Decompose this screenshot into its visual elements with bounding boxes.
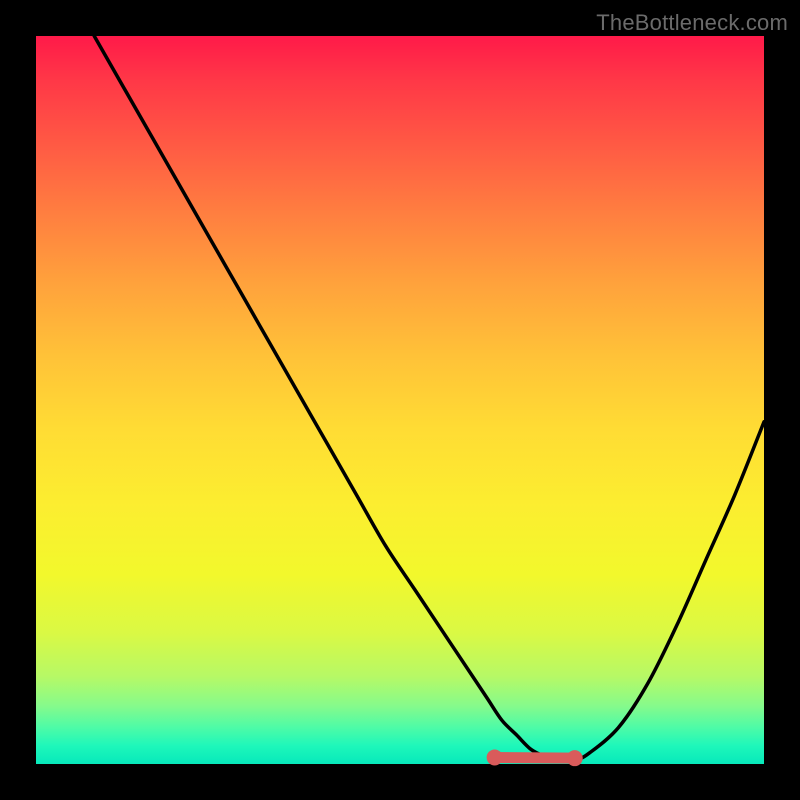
watermark-text: TheBottleneck.com <box>596 10 788 36</box>
chart-frame: TheBottleneck.com <box>0 0 800 800</box>
highlight-segment <box>36 36 764 764</box>
plot-area <box>36 36 764 764</box>
